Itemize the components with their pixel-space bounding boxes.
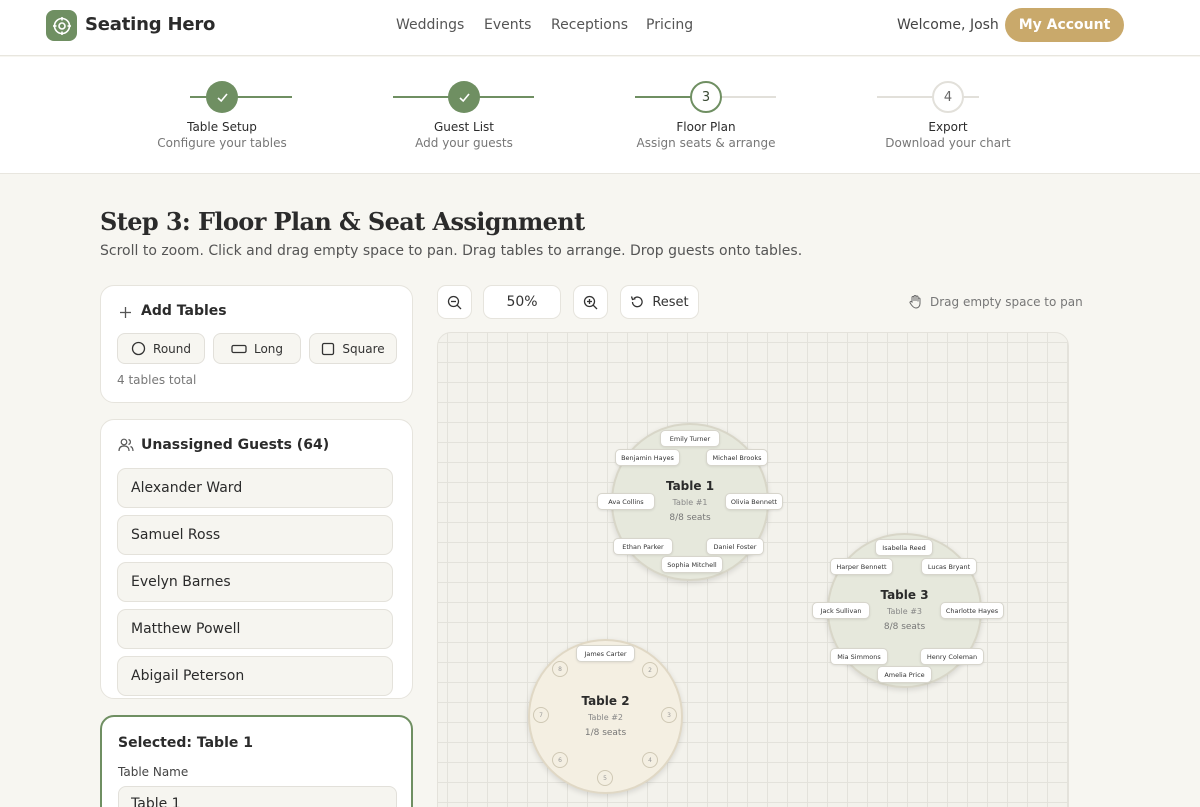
step-1-label: Table Setup [187,120,257,134]
logo[interactable] [46,10,77,41]
reset-icon [631,296,644,308]
zoom-out-button[interactable] [437,285,472,319]
seat-guest[interactable]: Jack Sullivan [812,602,870,619]
seat-guest[interactable]: Isabella Reed [875,539,933,556]
page-title: Step 3: Floor Plan & Seat Assignment [100,207,585,236]
step-3-label: Floor Plan [676,120,736,134]
selected-table-title: Selected: Table 1 [118,735,253,751]
square-label: Square [342,341,385,356]
step-1-sub: Configure your tables [157,136,287,150]
pan-hint: Drag empty space to pan [908,294,1083,309]
my-account-button[interactable]: My Account [1005,8,1124,42]
step-2-label: Guest List [433,120,495,134]
zoom-out-icon [447,295,462,309]
table-seat-count: 1/8 seats [584,728,627,738]
welcome-text: Welcome, Josh [897,17,999,33]
plus-icon [120,307,131,318]
reset-label: Reset [652,294,689,310]
step-2-sub: Add your guests [415,136,513,150]
progress-stepper: 3 4 Table Setup Configure your tables Gu… [0,57,1200,174]
step-3-circle[interactable]: 3 [690,81,722,113]
rectangle-icon [231,344,247,353]
table-name: Table 3 [880,588,929,602]
nav-pricing[interactable]: Pricing [646,17,693,33]
add-round-table-button[interactable]: Round [117,333,205,364]
circle-icon [131,341,146,356]
seat-guest[interactable]: Emily Turner [660,430,720,447]
seat-guest[interactable]: Charlotte Hayes [940,602,1004,619]
seat-guest[interactable]: Daniel Foster [706,538,764,555]
brand-name[interactable]: Seating Hero [85,14,215,35]
unassigned-guests-card: Unassigned Guests (64) Alexander Ward Sa… [100,419,413,699]
hand-icon [909,295,921,309]
seat-guest[interactable]: Olivia Bennett [725,493,783,510]
empty-seat[interactable]: 6 [552,752,568,768]
empty-seat[interactable]: 3 [661,707,677,723]
step-4-label: Export [928,120,968,134]
guest-item[interactable]: Samuel Ross [117,515,393,555]
long-label: Long [253,341,284,356]
check-icon [458,92,470,102]
zoom-in-icon [583,295,598,309]
guest-item[interactable]: Matthew Powell [117,609,393,649]
step-connector [635,96,691,98]
zoom-level: 50% [483,285,561,319]
seat-guest[interactable]: Ava Collins [597,493,655,510]
seat-guest[interactable]: Mia Simmons [830,648,888,665]
pan-hint-text: Drag empty space to pan [930,294,1083,309]
nav-weddings[interactable]: Weddings [396,17,464,33]
square-icon [322,342,335,355]
seat-guest[interactable]: Sophia Mitchell [661,556,723,573]
reset-button[interactable]: Reset [620,285,699,319]
target-icon [52,16,71,35]
table-number: Table #2 [587,713,624,722]
empty-seat[interactable]: 7 [533,707,549,723]
table-name: Table 1 [665,479,715,493]
add-square-table-button[interactable]: Square [309,333,397,364]
floor-plan-canvas[interactable]: Table 1 Table #1 8/8 seats Emily Turner … [437,332,1069,807]
seat-guest[interactable]: Michael Brooks [706,449,768,466]
seat-guest[interactable]: Benjamin Hayes [615,449,680,466]
add-long-table-button[interactable]: Long [213,333,301,364]
seat-guest[interactable]: James Carter [576,645,635,662]
tables-total: 4 tables total [117,373,197,387]
step-2-circle[interactable] [448,81,480,113]
table-name-label: Table Name [118,765,189,779]
guest-item[interactable]: Alexander Ward [117,468,393,508]
table-seat-count: 8/8 seats [669,513,711,523]
guest-item[interactable]: Evelyn Barnes [117,562,393,602]
table-seat-count: 8/8 seats [883,622,926,632]
step-4-circle[interactable]: 4 [932,81,964,113]
zoom-in-button[interactable] [573,285,608,319]
table-name: Table 2 [581,694,630,708]
nav-receptions[interactable]: Receptions [551,17,628,33]
empty-seat[interactable]: 4 [642,752,658,768]
seat-guest[interactable]: Ethan Parker [613,538,673,555]
step-3-sub: Assign seats & arrange [636,136,776,150]
seat-guest[interactable]: Harper Bennett [830,558,893,575]
users-icon [118,438,134,452]
seat-guest[interactable]: Henry Coleman [920,648,984,665]
empty-seat[interactable]: 8 [552,661,568,677]
step-4-sub: Download your chart [885,136,1011,150]
guest-item[interactable]: Abigail Peterson [117,656,393,696]
empty-seat[interactable]: 2 [642,662,658,678]
nav-events[interactable]: Events [484,17,531,33]
table-name-input[interactable] [118,786,397,807]
step-connector [720,96,776,98]
seat-guest[interactable]: Amelia Price [877,666,932,683]
top-header: Seating Hero Weddings Events Receptions … [0,0,1200,56]
selected-table-card: Selected: Table 1 Table Name [100,715,413,807]
round-label: Round [153,341,191,356]
check-icon [216,92,228,102]
unassigned-guests-title: Unassigned Guests (64) [141,437,330,453]
seat-guest[interactable]: Lucas Bryant [921,558,977,575]
page-subtitle: Scroll to zoom. Click and drag empty spa… [100,243,803,259]
empty-seat[interactable]: 5 [597,770,613,786]
add-tables-card: Add Tables Round Long Square 4 tables to… [100,285,413,403]
add-tables-title: Add Tables [141,303,227,319]
step-1-circle[interactable] [206,81,238,113]
